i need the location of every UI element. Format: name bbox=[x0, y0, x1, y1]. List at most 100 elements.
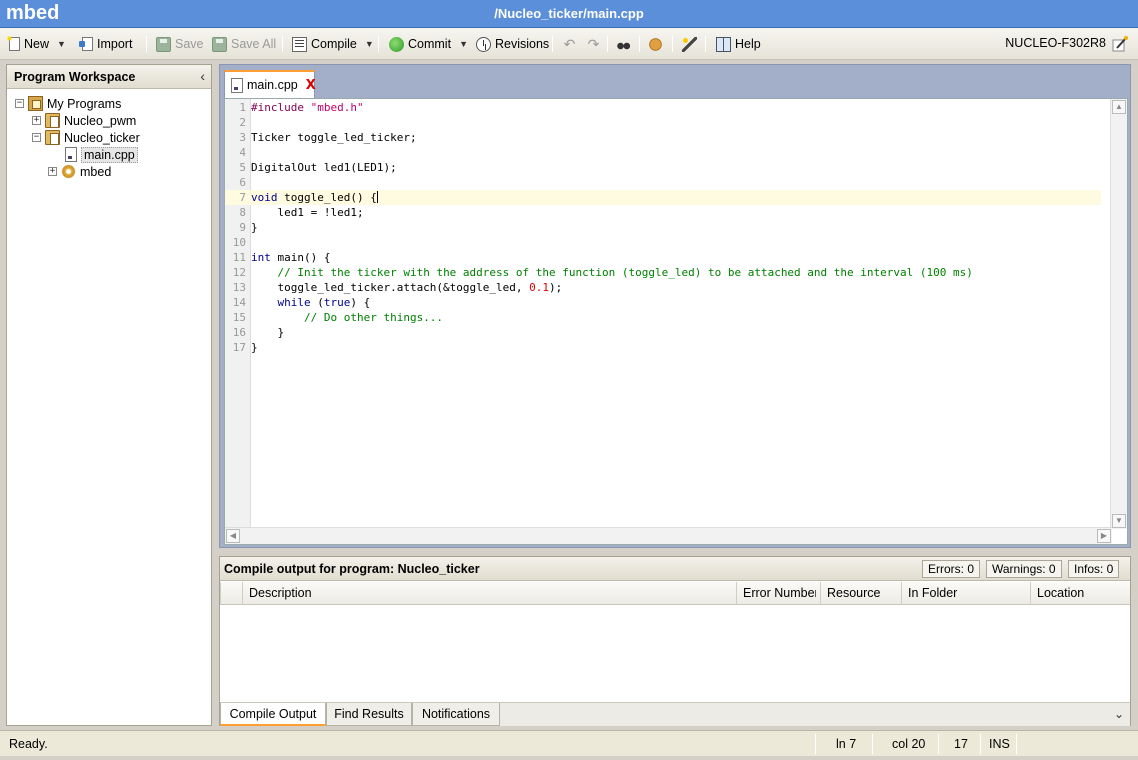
commit-button[interactable]: Commit ▼ bbox=[389, 34, 468, 54]
cpp-file-icon bbox=[231, 77, 243, 93]
tab-compile-output[interactable]: Compile Output bbox=[220, 703, 326, 726]
undo-icon: ↶ bbox=[563, 35, 576, 52]
save-all-button[interactable]: Save All bbox=[212, 34, 276, 54]
tree-node-main-cpp[interactable]: main.cpp bbox=[65, 146, 138, 163]
tree-node-nucleo-pwm[interactable]: + Nucleo_pwm bbox=[32, 112, 136, 129]
toolbar-divider bbox=[146, 36, 147, 52]
help-button[interactable]: Help bbox=[716, 34, 761, 54]
magic-wand-icon bbox=[682, 36, 697, 52]
commit-icon bbox=[389, 36, 404, 52]
code-line[interactable]: 17} bbox=[225, 340, 1101, 355]
code-line[interactable]: 7 void toggle_led() { bbox=[225, 190, 1101, 205]
tools-button[interactable] bbox=[648, 34, 663, 54]
code-line[interactable]: 4 bbox=[225, 145, 1101, 160]
column-location[interactable]: Location bbox=[1030, 582, 1130, 605]
code-line[interactable]: 11 int main() { bbox=[225, 250, 1101, 265]
code-line[interactable]: 8 led1 = !led1; bbox=[225, 205, 1101, 220]
editor-area: main.cpp X 1 #include "mbed.h" 2 3 Ticker to… bbox=[219, 64, 1131, 548]
code-text: } bbox=[251, 341, 258, 354]
chevron-down-icon[interactable]: ▼ bbox=[57, 39, 66, 49]
warnings-counter[interactable]: Warnings: 0 bbox=[986, 560, 1062, 578]
code-text: #include "mbed.h" bbox=[251, 101, 364, 114]
save-icon bbox=[156, 36, 171, 52]
tree-node-mbed[interactable]: + mbed bbox=[48, 163, 111, 180]
code-line[interactable]: 6 bbox=[225, 175, 1101, 190]
find-button[interactable] bbox=[616, 34, 631, 54]
tab-find-results[interactable]: Find Results bbox=[326, 703, 412, 726]
undo-button[interactable]: ↶ bbox=[562, 34, 577, 54]
output-header: Compile output for program: Nucleo_ticke… bbox=[220, 557, 1130, 581]
column-resource[interactable]: Resource bbox=[820, 582, 900, 605]
tab-notifications[interactable]: Notifications bbox=[412, 703, 500, 726]
chevron-down-icon[interactable]: ▼ bbox=[365, 39, 374, 49]
code-editor[interactable]: 1 #include "mbed.h" 2 3 Ticker toggle_led_ti… bbox=[224, 98, 1128, 545]
scroll-left-icon[interactable]: ◀ bbox=[226, 529, 240, 543]
column-in-folder[interactable]: In Folder bbox=[901, 582, 1029, 605]
tree-label: Nucleo_ticker bbox=[64, 130, 140, 145]
code-line[interactable]: 10 bbox=[225, 235, 1101, 250]
collapse-icon[interactable]: − bbox=[15, 99, 24, 108]
toolbar-divider bbox=[378, 36, 379, 52]
line-number: 9 bbox=[239, 221, 246, 234]
toolbar: New ▼ Import Save Save All Compile ▼ Com… bbox=[0, 28, 1138, 60]
infos-counter[interactable]: Infos: 0 bbox=[1068, 560, 1120, 578]
close-tab-icon[interactable]: X bbox=[306, 78, 316, 93]
line-number: 3 bbox=[239, 131, 246, 144]
save-button[interactable]: Save bbox=[156, 34, 204, 54]
tree-node-nucleo-ticker[interactable]: − Nucleo_ticker bbox=[32, 129, 140, 146]
collapse-icon[interactable]: − bbox=[32, 133, 41, 142]
tab-main-cpp[interactable]: main.cpp X bbox=[224, 70, 316, 98]
status-insert-mode[interactable]: INS bbox=[989, 737, 1010, 751]
code-line[interactable]: 2 bbox=[225, 115, 1101, 130]
collapse-panel-icon[interactable]: ‹ bbox=[200, 68, 205, 84]
column-description[interactable]: Description bbox=[242, 582, 736, 605]
scroll-right-icon[interactable]: ▶ bbox=[1097, 529, 1111, 543]
tree-label: Nucleo_pwm bbox=[64, 113, 137, 128]
column-error-number[interactable]: Error Number bbox=[736, 582, 816, 605]
toolbar-divider bbox=[639, 36, 640, 52]
code-line[interactable]: 12 // Init the ticker with the address o… bbox=[225, 265, 1101, 280]
code-line[interactable]: 16 } bbox=[225, 325, 1101, 340]
new-button[interactable]: New ▼ bbox=[6, 34, 66, 54]
errors-counter[interactable]: Errors: 0 bbox=[922, 560, 981, 578]
code-line[interactable]: 1 #include "mbed.h" bbox=[225, 100, 1101, 115]
status-divider bbox=[938, 734, 939, 754]
redo-button[interactable]: ↷ bbox=[586, 34, 601, 54]
line-number: 15 bbox=[232, 311, 246, 324]
save-all-icon bbox=[212, 36, 227, 52]
code-line[interactable]: 15 // Do other things... bbox=[225, 310, 1101, 325]
output-title: Compile output for program: Nucleo_ticke… bbox=[224, 562, 480, 576]
compile-label: Compile bbox=[311, 37, 357, 51]
status-divider bbox=[872, 734, 873, 754]
status-divider bbox=[815, 734, 816, 754]
code-line[interactable]: 3 Ticker toggle_led_ticker; bbox=[225, 130, 1101, 145]
format-button[interactable] bbox=[682, 34, 697, 54]
vertical-scrollbar[interactable]: ▲ ▼ bbox=[1110, 99, 1127, 529]
status-column: col 20 bbox=[892, 737, 926, 751]
compile-button[interactable]: Compile ▼ bbox=[292, 34, 374, 54]
revisions-button[interactable]: Revisions bbox=[476, 34, 549, 54]
line-number: 11 bbox=[232, 251, 246, 264]
platform-wizard-icon[interactable] bbox=[1112, 36, 1128, 52]
horizontal-scrollbar[interactable]: ◀ ▶ bbox=[225, 527, 1112, 544]
import-label: Import bbox=[97, 37, 133, 51]
scroll-up-icon[interactable]: ▲ bbox=[1112, 100, 1126, 114]
target-platform[interactable]: NUCLEO-F302R8 bbox=[1005, 36, 1106, 50]
code-text: while (true) { bbox=[277, 296, 371, 309]
code-line[interactable]: 14 while (true) { bbox=[225, 295, 1101, 310]
expand-icon[interactable]: + bbox=[48, 167, 57, 176]
line-number: 12 bbox=[232, 266, 246, 279]
tree-label: mbed bbox=[80, 164, 112, 179]
code-line[interactable]: 13 toggle_led_ticker.attach(&toggle_led,… bbox=[225, 280, 1101, 295]
code-line[interactable]: 5 DigitalOut led1(LED1); bbox=[225, 160, 1101, 175]
expand-icon[interactable]: + bbox=[32, 116, 41, 125]
code-line[interactable]: 9} bbox=[225, 220, 1101, 235]
chevron-down-icon[interactable]: ⌄ bbox=[1114, 707, 1124, 721]
compile-icon bbox=[292, 36, 307, 52]
chevron-down-icon[interactable]: ▼ bbox=[459, 39, 468, 49]
scroll-down-icon[interactable]: ▼ bbox=[1112, 514, 1126, 528]
title-bar: mbed /Nucleo_ticker/main.cpp bbox=[0, 0, 1138, 28]
import-button[interactable]: Import bbox=[79, 34, 133, 54]
status-divider bbox=[980, 734, 981, 754]
tree-node-my-programs[interactable]: − My Programs bbox=[15, 95, 121, 112]
